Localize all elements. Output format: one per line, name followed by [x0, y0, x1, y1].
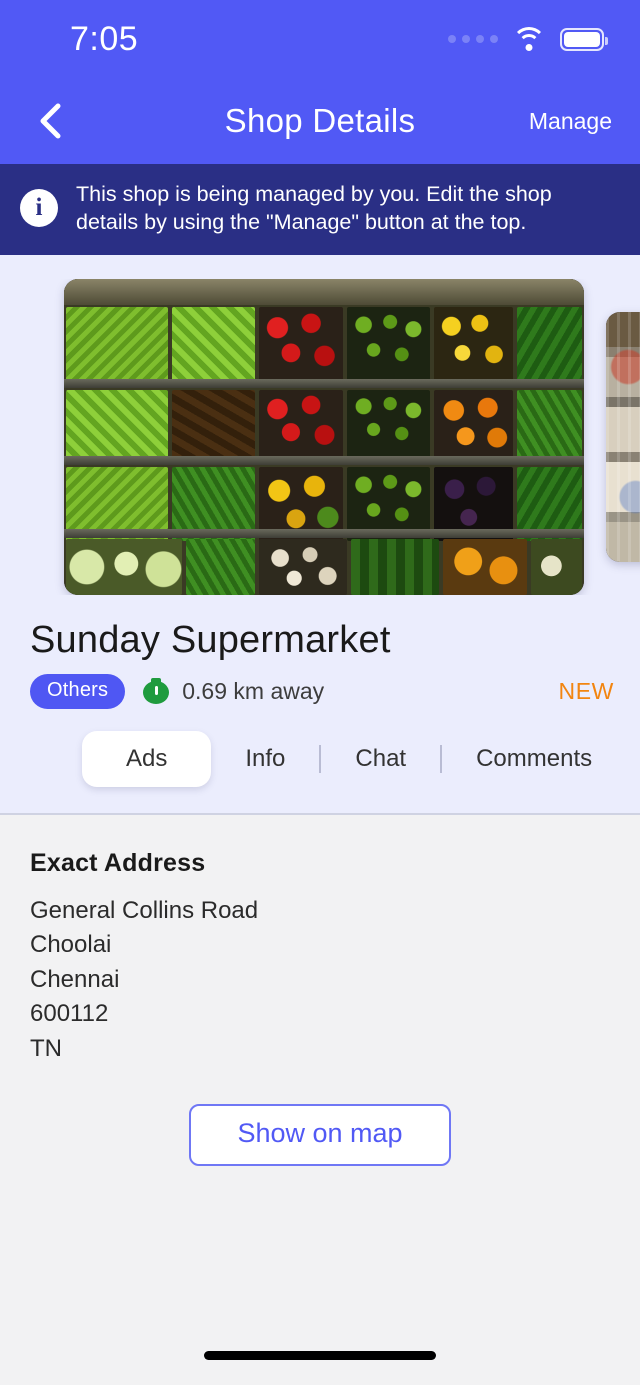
distance-label: 0.69 km away: [182, 677, 325, 704]
tab-comments[interactable]: Comments: [442, 731, 626, 787]
shop-image-secondary[interactable]: [606, 311, 640, 562]
status-bar-indicators: [448, 27, 608, 51]
back-button[interactable]: [28, 99, 72, 143]
status-badge: NEW: [558, 677, 614, 704]
info-circle-icon: i: [20, 189, 58, 228]
home-indicator[interactable]: [204, 1350, 436, 1360]
shop-meta-row: Others 0.69 km away NEW: [0, 662, 640, 709]
shop-summary-section: Sunday Supermarket Others 0.69 km away N…: [0, 254, 640, 813]
status-bar-clock: 7:05: [70, 19, 139, 58]
address-section: Exact Address General Collins Road Chool…: [0, 814, 640, 1325]
address-line: TN: [30, 1034, 62, 1062]
shop-name: Sunday Supermarket: [30, 618, 391, 661]
stopwatch-icon: [143, 678, 170, 705]
show-on-map-button[interactable]: Show on map: [189, 1104, 451, 1167]
back-chevron-icon: [40, 103, 61, 139]
supermarket-aisle-image: [606, 311, 640, 562]
shop-image-carousel[interactable]: [0, 278, 640, 595]
tab-info[interactable]: Info: [211, 731, 319, 787]
address-line: 600112: [30, 1000, 109, 1028]
address-line: General Collins Road: [30, 896, 259, 924]
address-lines: General Collins Road Choolai Chennai 600…: [30, 894, 610, 1067]
category-badge: Others: [30, 673, 126, 709]
signal-dots-icon: [448, 35, 498, 43]
address-line: Choolai: [30, 931, 112, 959]
produce-shelves-image: [64, 278, 584, 595]
shop-image-primary[interactable]: [64, 278, 584, 595]
battery-icon: [560, 27, 608, 51]
info-banner-message: This shop is being managed by you. Edit …: [76, 182, 552, 235]
address-line: Chennai: [30, 965, 120, 993]
map-button-wrapper: Show on map: [30, 1104, 610, 1167]
home-indicator-area: [0, 1325, 640, 1385]
tab-chat[interactable]: Chat: [321, 731, 440, 787]
navigation-bar: Shop Details Manage: [0, 78, 640, 164]
address-heading: Exact Address: [30, 848, 206, 877]
managed-info-banner: i This shop is being managed by you. Edi…: [0, 164, 640, 255]
phone-screen: 7:05 Shop Details Manage i This shop is …: [0, 0, 640, 1385]
wifi-icon: [512, 27, 546, 51]
tab-bar: Ads Info Chat Comments: [0, 709, 640, 813]
tab-ads[interactable]: Ads: [82, 730, 212, 787]
manage-button[interactable]: Manage: [529, 108, 612, 135]
status-bar: 7:05: [0, 0, 640, 78]
